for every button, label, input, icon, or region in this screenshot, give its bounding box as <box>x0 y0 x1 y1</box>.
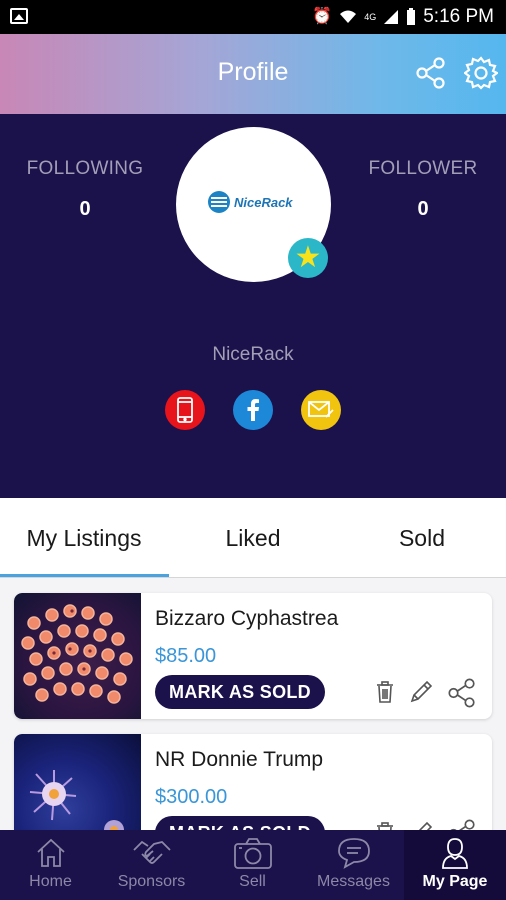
gear-icon <box>463 56 500 90</box>
home-icon <box>36 838 65 867</box>
listing-title[interactable]: Bizzaro Cyphastrea <box>155 607 338 631</box>
edit-button[interactable] <box>406 818 436 830</box>
share-icon <box>416 57 445 89</box>
following-label: FOLLOWING <box>26 158 144 179</box>
active-tab-indicator <box>0 574 169 577</box>
following-count: 0 <box>79 198 91 220</box>
star-icon: ★ <box>294 241 322 274</box>
listing-share-button[interactable] <box>446 677 476 708</box>
phone-icon <box>177 397 193 423</box>
listing-thumbnail[interactable] <box>14 593 141 719</box>
follower-count: 0 <box>417 198 429 220</box>
nav-my-page[interactable]: My Page <box>404 830 506 900</box>
star-badge: ★ <box>288 238 328 278</box>
pencil-icon <box>410 680 433 703</box>
handshake-icon <box>132 840 171 864</box>
follower-label: FOLLOWER <box>368 158 478 179</box>
trash-icon <box>377 822 393 830</box>
nav-my-page-label: My Page <box>422 873 488 890</box>
edit-button[interactable] <box>406 677 436 707</box>
battery-icon <box>407 8 416 25</box>
nav-home[interactable]: Home <box>0 830 101 900</box>
alarm-icon: ⏰ <box>312 8 333 25</box>
nav-sell[interactable]: Sell <box>202 830 303 900</box>
settings-button[interactable] <box>463 56 500 90</box>
trash-icon <box>377 681 393 703</box>
signal-icon <box>384 10 399 24</box>
logo-text: NiceRack <box>234 194 293 210</box>
mail-icon <box>308 401 334 418</box>
facebook-button[interactable] <box>233 390 273 430</box>
nav-sell-label: Sell <box>239 873 266 890</box>
tab-liked[interactable]: Liked <box>169 498 337 578</box>
person-icon <box>442 838 468 869</box>
coral-photo <box>29 770 124 830</box>
profile-name: NiceRack <box>212 344 294 365</box>
status-bar: ⏰ 4G 5:16 PM <box>0 0 506 34</box>
facebook-icon <box>247 399 259 421</box>
listing-price: $300.00 <box>155 786 228 808</box>
listing-price: $85.00 <box>155 645 217 667</box>
mark-as-sold-button[interactable]: MARK AS SOLD <box>155 816 325 830</box>
nav-sponsors[interactable]: Sponsors <box>101 830 202 900</box>
list-item[interactable]: NR Donnie Trump $300.00 MARK AS SOLD <box>14 734 492 830</box>
share-icon <box>448 678 475 708</box>
wifi-icon <box>340 10 357 23</box>
bottom-nav: Home Sponsors Sell Messages My Page <box>0 830 506 900</box>
share-button[interactable] <box>414 56 448 90</box>
follower-stat[interactable]: FOLLOWER 0 <box>353 158 493 221</box>
tab-my-listings[interactable]: My Listings <box>0 498 168 578</box>
list-item[interactable]: Bizzaro Cyphastrea $85.00 MARK AS SOLD <box>14 593 492 719</box>
profile-section: FOLLOWING 0 NiceRack ★ FOLLOWER 0 NiceRa… <box>0 114 506 498</box>
nav-messages-label: Messages <box>317 873 390 890</box>
listings-list[interactable]: Bizzaro Cyphastrea $85.00 MARK AS SOLD N… <box>0 578 506 830</box>
network-type-label: 4G <box>364 12 377 22</box>
camera-icon <box>233 838 272 869</box>
tab-sold[interactable]: Sold <box>338 498 506 578</box>
status-icons: ⏰ 4G 5:16 PM <box>312 6 494 28</box>
nav-home-label: Home <box>29 873 72 890</box>
mark-as-sold-button[interactable]: MARK AS SOLD <box>155 675 325 709</box>
email-button[interactable] <box>301 390 341 430</box>
pencil-icon <box>418 821 433 830</box>
nicerack-logo: NiceRack <box>208 191 293 213</box>
image-notification-icon <box>10 8 28 24</box>
coral-photo <box>21 604 133 704</box>
listing-tabs: My Listings Liked Sold <box>0 498 506 578</box>
following-stat[interactable]: FOLLOWING 0 <box>15 158 155 221</box>
listing-share-button[interactable] <box>446 818 476 830</box>
logo-mark-icon <box>208 191 230 213</box>
status-time: 5:16 PM <box>423 6 494 27</box>
call-button[interactable] <box>165 390 205 430</box>
nav-messages[interactable]: Messages <box>303 830 404 900</box>
delete-button[interactable] <box>370 818 400 830</box>
app-header: Profile <box>0 34 506 114</box>
listing-title[interactable]: NR Donnie Trump <box>155 748 323 772</box>
listing-thumbnail[interactable] <box>14 734 141 830</box>
share-icon <box>450 819 475 830</box>
chat-icon <box>337 838 370 869</box>
nav-sponsors-label: Sponsors <box>117 873 186 890</box>
delete-button[interactable] <box>370 677 400 707</box>
